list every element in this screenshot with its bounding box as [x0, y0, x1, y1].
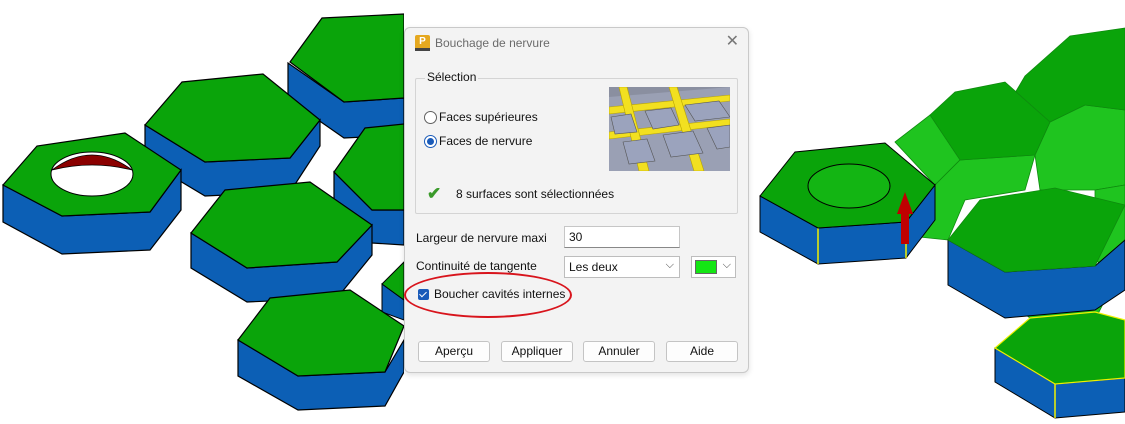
- right-viewport[interactable]: [750, 0, 1125, 424]
- checkmark-icon: ✔: [427, 184, 442, 203]
- left-viewport[interactable]: [0, 0, 404, 424]
- rib-capping-dialog: P Bouchage de nervure ✕ Sélection Faces …: [404, 27, 749, 373]
- rib-preview-image: [609, 87, 730, 171]
- chevron-down-icon: ⌵: [722, 259, 731, 271]
- status-text: 8 surfaces sont sélectionnées: [456, 187, 615, 201]
- radio-button-selected[interactable]: [424, 135, 437, 148]
- color-swatch: [695, 260, 717, 274]
- tangent-continuity-select[interactable]: Les deux ⌵: [564, 256, 680, 278]
- chevron-down-icon: ⌵: [665, 259, 674, 271]
- cancel-button[interactable]: Annuler: [583, 341, 655, 362]
- dialog-titlebar[interactable]: P Bouchage de nervure ✕: [405, 28, 748, 58]
- hex-prism: [993, 311, 1125, 419]
- annotation-highlight-ellipse: [404, 272, 572, 318]
- color-picker[interactable]: ⌵: [691, 256, 736, 278]
- app-logo-icon: P: [415, 35, 430, 51]
- selection-group-label: Sélection: [425, 70, 479, 84]
- preview-button[interactable]: Aperçu: [418, 341, 490, 362]
- apply-button[interactable]: Appliquer: [501, 341, 573, 362]
- max-rib-width-input[interactable]: 30: [564, 226, 680, 248]
- tangent-continuity-value: Les deux: [569, 260, 618, 274]
- radio-label: Faces de nervure: [439, 134, 533, 148]
- max-rib-width-label: Largeur de nervure maxi: [416, 231, 547, 245]
- help-button[interactable]: Aide: [666, 341, 738, 362]
- hex-prism: [237, 289, 404, 411]
- close-icon[interactable]: ✕: [726, 33, 739, 51]
- hex-prism: [947, 187, 1125, 319]
- radio-button[interactable]: [424, 111, 437, 124]
- hex-prism: [381, 261, 404, 321]
- tangent-continuity-label: Continuité de tangente: [416, 259, 537, 273]
- dialog-title: Bouchage de nervure: [435, 36, 550, 50]
- radio-label: Faces supérieures: [439, 110, 538, 124]
